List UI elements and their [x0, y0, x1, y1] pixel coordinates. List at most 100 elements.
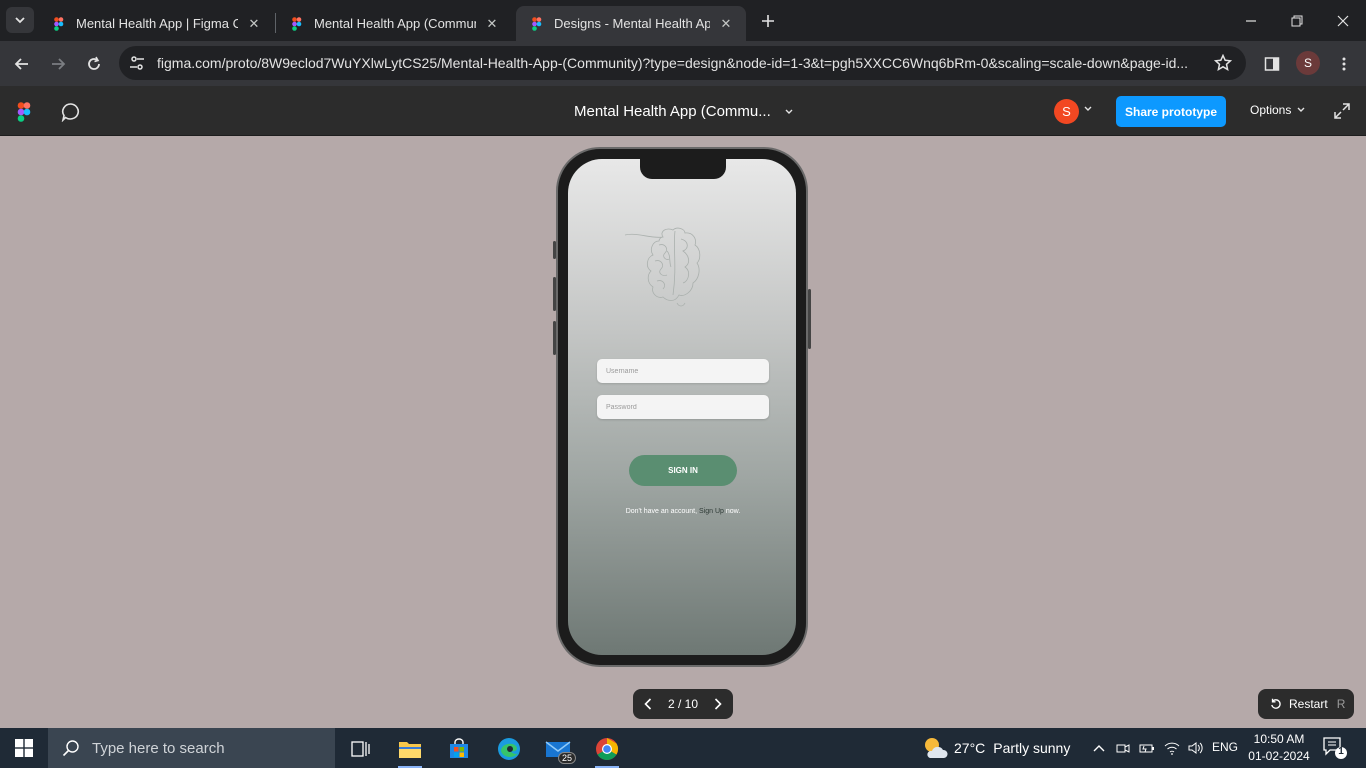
taskbar-search[interactable]: Type here to search	[48, 728, 335, 768]
start-button[interactable]	[0, 728, 48, 768]
folder-icon	[399, 742, 421, 758]
frame-pager: 2 / 10	[633, 689, 733, 719]
figma-favicon-icon	[54, 16, 64, 31]
side-panel-button[interactable]	[1257, 49, 1287, 79]
phone-side-button	[553, 241, 556, 259]
tab-search-button[interactable]	[6, 7, 34, 33]
signup-prompt: Don't have an account, Sign Up now.	[568, 508, 796, 515]
chevron-down-icon	[15, 17, 25, 24]
restore-button[interactable]	[1274, 0, 1320, 41]
weather-temperature: 27°C	[954, 740, 986, 756]
username-input[interactable]	[597, 359, 769, 383]
chevron-down-icon	[1297, 107, 1305, 112]
close-tab-icon[interactable]: ✕	[246, 16, 262, 32]
minimize-button[interactable]	[1228, 0, 1274, 41]
fullscreen-icon[interactable]	[1333, 102, 1351, 120]
restart-label: Restart	[1289, 697, 1328, 711]
wifi-icon	[1164, 742, 1180, 755]
phone-frame: SIGN IN Don't have an account, Sign Up n…	[553, 147, 811, 667]
minimize-icon	[1246, 19, 1256, 22]
back-button[interactable]	[7, 49, 37, 79]
volume-tray[interactable]	[1185, 728, 1207, 768]
next-frame-button[interactable]	[709, 695, 727, 713]
input-language[interactable]: ENG	[1212, 740, 1238, 754]
close-tab-icon[interactable]: ✕	[484, 16, 500, 32]
system-clock[interactable]: 10:50 AM 01-02-2024	[1244, 731, 1314, 765]
password-field[interactable]	[597, 395, 769, 419]
phone-power-button	[808, 289, 811, 349]
camera-icon	[1116, 744, 1130, 753]
new-tab-button[interactable]	[757, 10, 779, 32]
task-view-button[interactable]	[340, 732, 380, 766]
options-menu[interactable]: Options	[1250, 103, 1305, 117]
sign-up-link[interactable]: Sign Up	[699, 508, 724, 515]
plus-icon	[762, 15, 774, 27]
tab-title: Designs - Mental Health App (C	[554, 16, 710, 31]
close-icon	[1337, 15, 1349, 26]
weather-widget[interactable]: 27°C Partly sunny	[922, 728, 1070, 768]
file-explorer-button[interactable]	[390, 732, 430, 768]
clock-time: 10:50 AM	[1253, 732, 1305, 746]
bookmark-star-icon[interactable]	[1214, 54, 1232, 72]
profile-avatar[interactable]: S	[1296, 51, 1320, 75]
chrome-button[interactable]	[587, 732, 627, 768]
mail-count-badge: 25	[557, 752, 576, 764]
reload-icon	[88, 56, 100, 70]
mail-button[interactable]: 25	[538, 732, 578, 766]
close-tab-icon[interactable]: ✕	[718, 16, 734, 32]
close-window-button[interactable]	[1320, 0, 1366, 41]
edge-icon	[498, 738, 520, 760]
task-view-icon	[351, 741, 370, 757]
figma-logo-icon[interactable]	[17, 102, 31, 122]
site-settings-icon[interactable]	[128, 54, 146, 72]
forward-button[interactable]	[43, 49, 73, 79]
windows-logo-icon	[15, 739, 33, 757]
network-tray[interactable]	[1161, 728, 1183, 768]
sign-in-button[interactable]: SIGN IN	[629, 455, 737, 486]
tab-title: Mental Health App (Community	[314, 16, 476, 31]
show-hidden-icons-button[interactable]	[1089, 728, 1109, 768]
clock-date: 01-02-2024	[1248, 749, 1310, 763]
figma-favicon-icon	[532, 16, 542, 31]
password-input[interactable]	[597, 395, 769, 419]
restart-button[interactable]: Restart R	[1258, 689, 1354, 719]
signup-suffix: now.	[725, 508, 741, 515]
share-prototype-button[interactable]: Share prototype	[1116, 96, 1226, 127]
edge-browser-button[interactable]	[489, 732, 529, 766]
address-bar[interactable]: figma.com/proto/8W9eclod7WuYXlwLytCS25/M…	[119, 46, 1246, 80]
windows-taskbar: Type here to search 25 27°C Partly sunny	[0, 728, 1366, 768]
browser-menu-button[interactable]	[1329, 49, 1359, 79]
taskbar-search-placeholder: Type here to search	[92, 739, 225, 757]
restart-shortcut: R	[1336, 697, 1346, 711]
figma-header: Mental Health App (Commu... S Share prot…	[0, 86, 1366, 136]
chevron-right-icon	[714, 698, 722, 710]
meet-now-tray[interactable]	[1113, 728, 1133, 768]
browser-toolbar: figma.com/proto/8W9eclod7WuYXlwLytCS25/M…	[0, 41, 1366, 86]
user-avatar[interactable]: S	[1054, 99, 1079, 124]
tab-figma-community-1[interactable]: Mental Health App | Figma Com ✕	[38, 6, 274, 41]
reload-button[interactable]	[79, 49, 109, 79]
tab-figma-community-2[interactable]: Mental Health App (Community ✕	[276, 6, 512, 41]
phone-side-button	[553, 277, 556, 311]
battery-tray[interactable]	[1137, 728, 1157, 768]
tab-designs-active[interactable]: Designs - Mental Health App (C ✕	[516, 6, 746, 41]
side-panel-icon	[1264, 57, 1280, 71]
weather-description: Partly sunny	[993, 740, 1071, 756]
arrow-right-icon	[52, 58, 66, 70]
notification-center-button[interactable]: 1	[1322, 736, 1348, 765]
chrome-icon	[596, 738, 618, 760]
comment-icon[interactable]	[61, 102, 81, 122]
phone-notch	[640, 159, 726, 179]
restart-icon	[1271, 698, 1281, 709]
microsoft-store-button[interactable]	[439, 732, 479, 766]
arrow-left-icon	[14, 58, 28, 70]
figma-favicon-icon	[292, 16, 302, 31]
username-field[interactable]	[597, 359, 769, 383]
file-title-menu[interactable]: Mental Health App (Commu...	[574, 103, 793, 120]
more-vertical-icon	[1342, 57, 1346, 71]
chevron-down-icon[interactable]	[1084, 106, 1092, 112]
tab-title: Mental Health App | Figma Com	[76, 16, 238, 31]
login-screen: SIGN IN Don't have an account, Sign Up n…	[568, 159, 796, 655]
notification-count: 1	[1338, 746, 1344, 757]
chevron-up-icon	[1093, 745, 1105, 752]
